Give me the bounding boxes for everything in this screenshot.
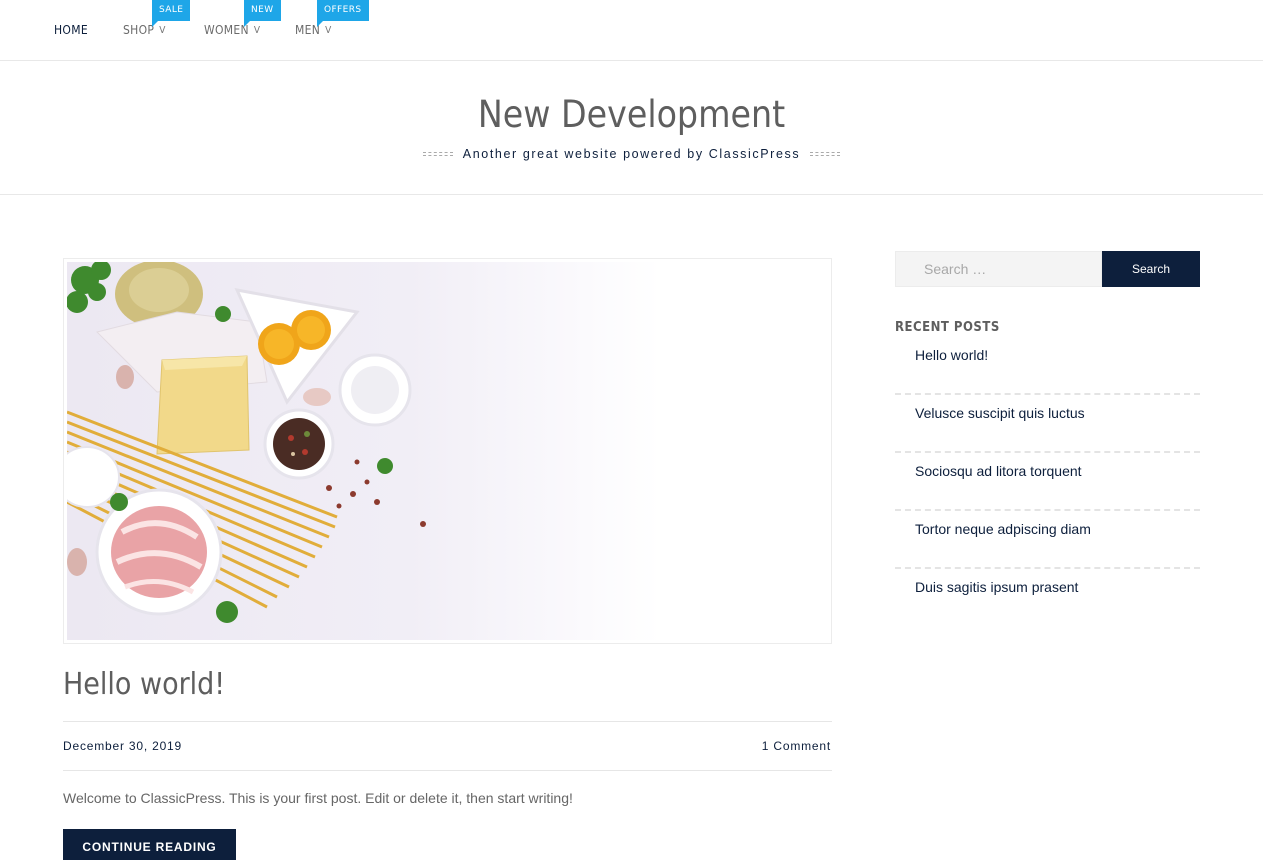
recent-posts-heading: RECENT POSTS xyxy=(895,320,1000,335)
pepper-bowl-icon xyxy=(263,408,335,480)
post-excerpt: Welcome to ClassicPress. This is your fi… xyxy=(63,790,573,806)
post-meta-divider-top xyxy=(63,721,832,722)
site-tagline: Another great website powered by Classic… xyxy=(462,147,801,161)
nav-item-label: SHOP xyxy=(123,23,155,37)
top-navigation-bar: HOME SHOP v SALE WOMEN v NEW MEN v OFFER… xyxy=(0,0,1263,61)
cheese-icon xyxy=(156,355,250,455)
recent-posts-list: Hello world! Velusce suscipit quis luctu… xyxy=(895,337,1200,627)
tagline-divider-right xyxy=(810,152,841,156)
new-badge: NEW xyxy=(244,0,281,27)
search-button[interactable]: Search xyxy=(1102,251,1200,287)
tagline-row: Another great website powered by Classic… xyxy=(0,147,1263,161)
nav-item-home[interactable]: HOME xyxy=(54,23,88,37)
post-meta-divider-bottom xyxy=(63,770,832,771)
chevron-down-icon: v xyxy=(325,24,332,36)
nav-item-shop[interactable]: SHOP v xyxy=(123,23,166,37)
site-title[interactable]: New Development xyxy=(0,93,1263,136)
site-header: New Development Another great website po… xyxy=(0,61,1263,195)
parsley-icon xyxy=(67,262,111,313)
chevron-down-icon: v xyxy=(253,24,261,36)
featured-image[interactable] xyxy=(63,258,832,644)
tagline-divider-left xyxy=(422,152,453,156)
nav-item-label: HOME xyxy=(54,23,88,37)
recent-post-link[interactable]: Hello world! xyxy=(895,337,1200,395)
search-input[interactable] xyxy=(895,251,1102,287)
food-ingredients-illustration xyxy=(67,262,426,623)
salt-bowl-icon xyxy=(338,353,412,427)
offers-badge: OFFERS xyxy=(317,0,369,27)
nav-item-label: WOMEN xyxy=(204,23,249,37)
recent-post-link[interactable]: Velusce suscipit quis luctus xyxy=(895,395,1200,453)
post-comments-link[interactable]: 1 Comment xyxy=(762,739,831,753)
recent-post-link[interactable]: Tortor neque adpiscing diam xyxy=(895,511,1200,569)
post-date[interactable]: December 30, 2019 xyxy=(63,739,182,753)
nav-item-men[interactable]: MEN v xyxy=(295,23,332,37)
recent-post-link[interactable]: Sociosqu ad litora torquent xyxy=(895,453,1200,511)
featured-image-canvas xyxy=(67,262,828,640)
recent-post-link[interactable]: Duis sagitis ipsum prasent xyxy=(895,569,1200,627)
nav-item-women[interactable]: WOMEN v xyxy=(204,23,260,37)
chevron-down-icon: v xyxy=(159,24,166,36)
post-title[interactable]: Hello world! xyxy=(63,667,225,702)
sale-badge: SALE xyxy=(152,0,191,27)
continue-reading-button[interactable]: CONTINUE READING xyxy=(63,829,236,860)
